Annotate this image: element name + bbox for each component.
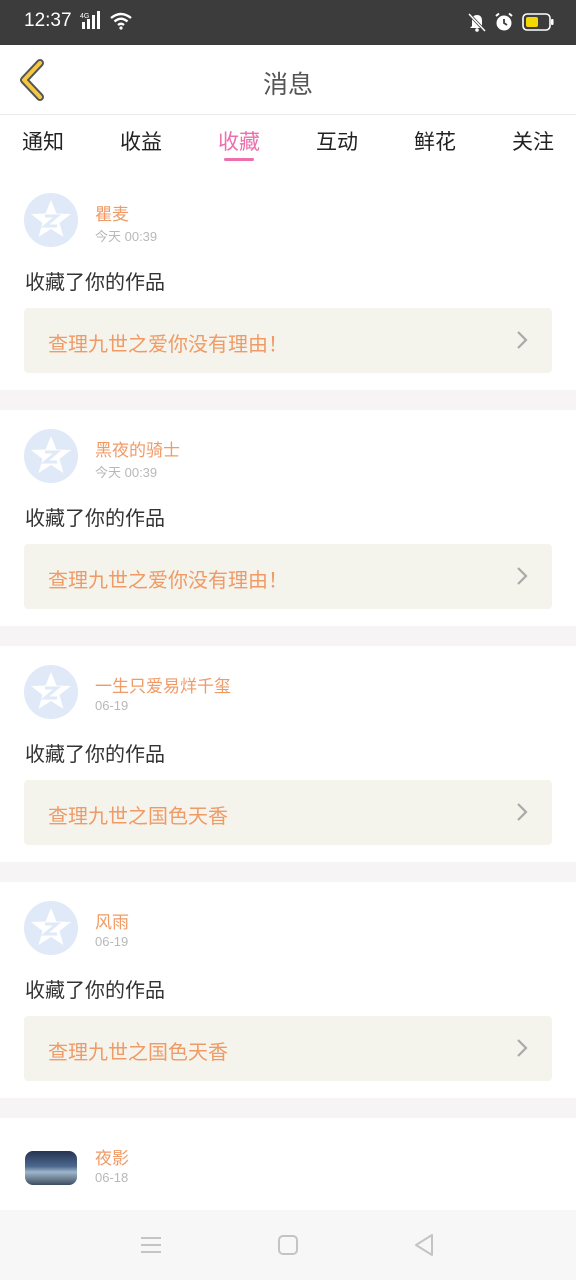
tab-notifications[interactable]: 通知	[22, 116, 64, 174]
timestamp: 06-19	[95, 698, 129, 713]
status-bar: 12:37 4G	[0, 0, 576, 45]
menu-icon	[141, 1237, 161, 1253]
divider	[0, 862, 576, 882]
page-title: 消息	[262, 70, 313, 99]
message-card: 夜影 06-18	[0, 1118, 576, 1198]
avatar[interactable]	[24, 901, 78, 955]
network-type: 4G	[80, 13, 89, 20]
back-icon	[415, 1234, 433, 1256]
action-text: 收藏了你的作品	[25, 978, 165, 1002]
tab-flowers[interactable]: 鲜花	[414, 116, 456, 174]
header: 消息	[0, 45, 576, 115]
system-nav-bar	[0, 1210, 576, 1280]
avatar[interactable]	[24, 429, 78, 483]
message-card: 一生只爱易烊千玺 06-19 收藏了你的作品 查理九世之国色天香	[0, 646, 576, 862]
username[interactable]: 一生只爱易烊千玺	[95, 672, 231, 697]
message-card: 瞿麦 今天 00:39 收藏了你的作品 查理九世之爱你没有理由！	[0, 174, 576, 390]
chevron-right-icon	[517, 331, 528, 349]
tab-follows[interactable]: 关注	[512, 116, 554, 174]
timestamp: 06-18	[95, 1170, 129, 1185]
signal-icon: 4G	[80, 10, 104, 34]
menu-button[interactable]	[138, 1232, 164, 1258]
home-icon	[278, 1235, 298, 1255]
alarm-icon	[494, 12, 514, 36]
tab-earnings[interactable]: 收益	[120, 116, 162, 174]
work-link[interactable]: 查理九世之爱你没有理由！	[24, 544, 552, 609]
divider	[0, 1098, 576, 1118]
status-time: 12:37	[24, 10, 72, 31]
chevron-right-icon	[517, 1039, 528, 1057]
mute-icon	[467, 12, 487, 36]
action-text: 收藏了你的作品	[25, 506, 165, 530]
avatar-photo[interactable]	[25, 1151, 77, 1185]
default-avatar-icon	[31, 436, 71, 473]
battery-icon	[522, 13, 554, 35]
tab-bar: 通知 收益 收藏 互动 鲜花 关注	[0, 116, 576, 174]
work-link[interactable]: 查理九世之爱你没有理由！	[24, 308, 552, 373]
avatar[interactable]	[24, 193, 78, 247]
divider	[0, 390, 576, 410]
username[interactable]: 瞿麦	[95, 200, 129, 225]
timestamp: 06-19	[95, 934, 129, 949]
chevron-right-icon	[517, 803, 528, 821]
username[interactable]: 夜影	[95, 1144, 129, 1169]
tab-favorites[interactable]: 收藏	[218, 116, 260, 174]
action-text: 收藏了你的作品	[25, 742, 165, 766]
work-link[interactable]: 查理九世之国色天香	[24, 780, 552, 845]
avatar[interactable]	[24, 665, 78, 719]
username[interactable]: 黑夜的骑士	[95, 436, 180, 461]
default-avatar-icon	[31, 672, 71, 709]
wifi-icon	[110, 12, 132, 34]
work-title: 查理九世之国色天香	[48, 1040, 228, 1064]
default-avatar-icon	[31, 908, 71, 945]
timestamp: 今天 00:39	[95, 229, 158, 244]
message-list: 瞿麦 今天 00:39 收藏了你的作品 查理九世之爱你没有理由！ 黑夜的骑士 今…	[0, 174, 576, 1198]
divider	[0, 626, 576, 646]
message-card: 黑夜的骑士 今天 00:39 收藏了你的作品 查理九世之爱你没有理由！	[0, 410, 576, 626]
work-link[interactable]: 查理九世之国色天香	[24, 1016, 552, 1081]
home-button[interactable]	[275, 1232, 301, 1258]
chevron-right-icon	[517, 567, 528, 585]
tab-interactions[interactable]: 互动	[316, 116, 358, 174]
timestamp: 今天 00:39	[95, 465, 158, 480]
active-tab-indicator	[224, 158, 254, 161]
action-text: 收藏了你的作品	[25, 270, 165, 294]
work-title: 查理九世之爱你没有理由！	[48, 568, 288, 592]
default-avatar-icon	[31, 200, 71, 237]
username[interactable]: 风雨	[95, 908, 129, 933]
back-nav-button[interactable]	[411, 1232, 437, 1258]
work-title: 查理九世之国色天香	[48, 804, 228, 828]
message-card: 风雨 06-19 收藏了你的作品 查理九世之国色天香	[0, 882, 576, 1098]
work-title: 查理九世之爱你没有理由！	[48, 332, 288, 356]
